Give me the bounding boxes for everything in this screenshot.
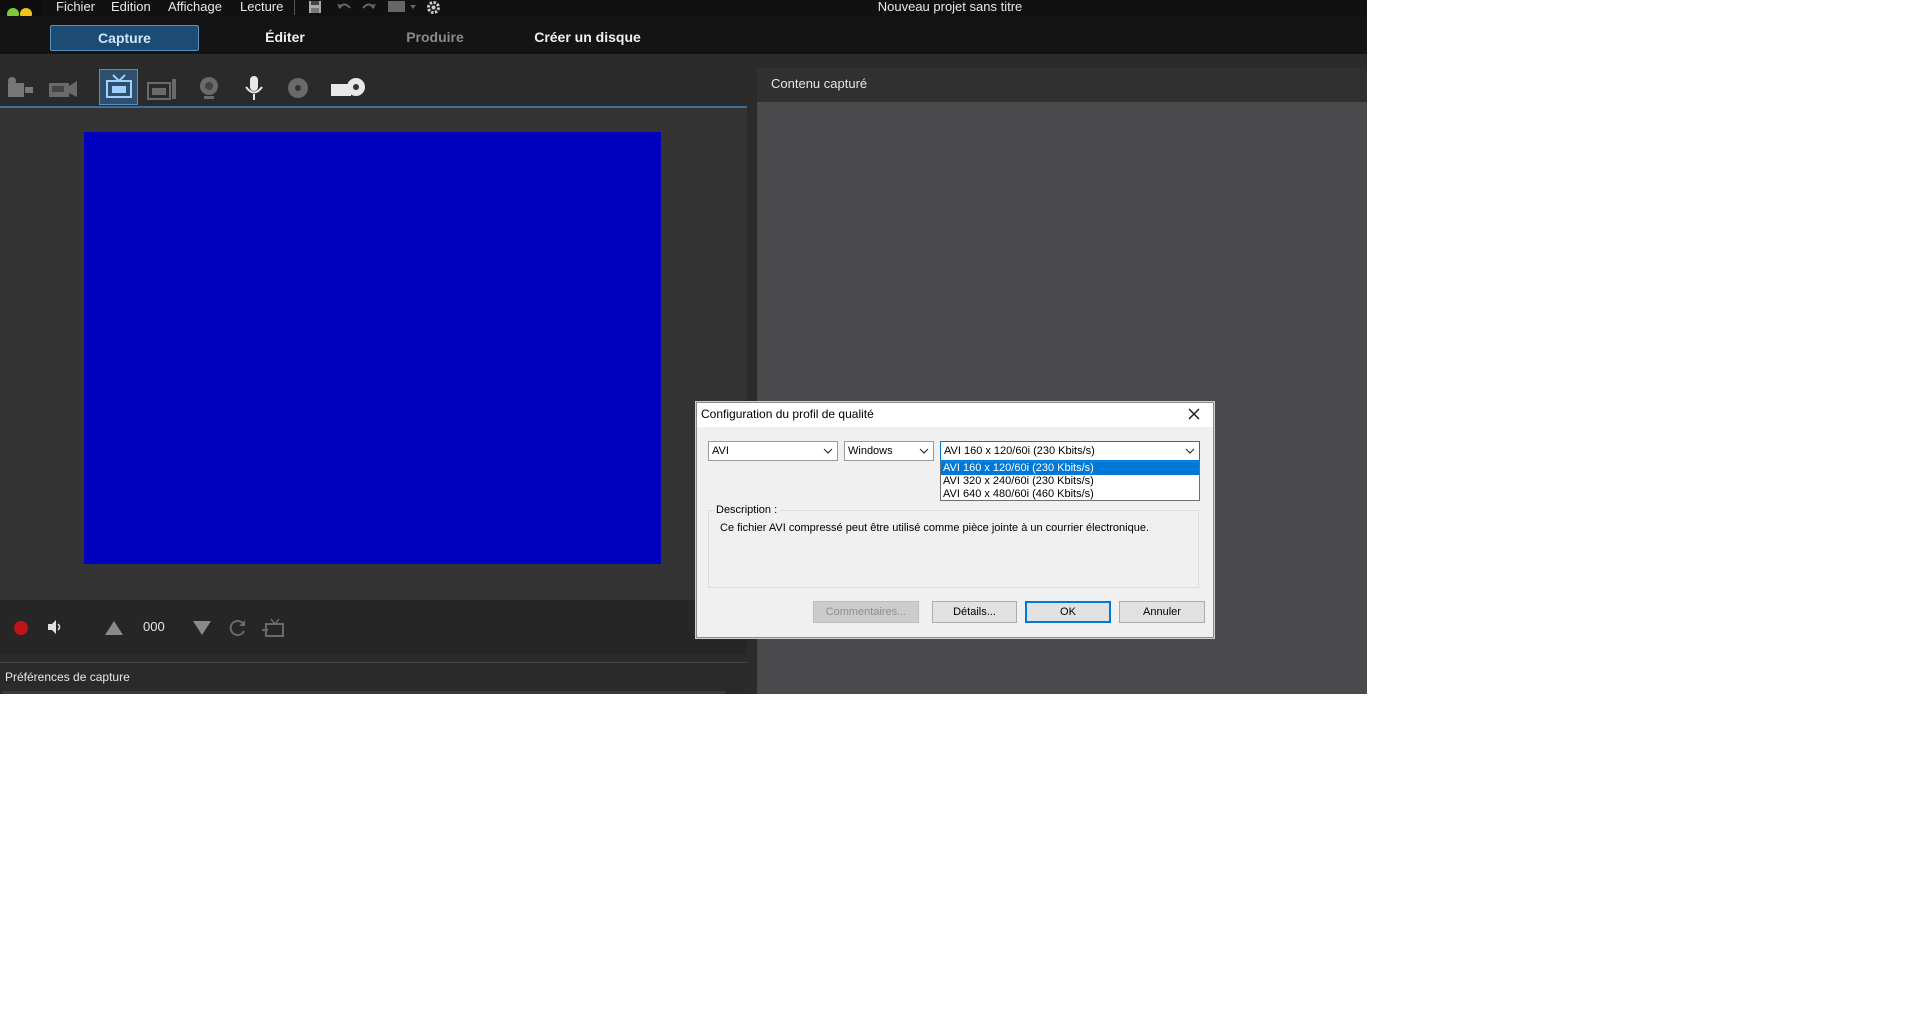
chevron-down-icon (918, 442, 930, 460)
description-text: Ce fichier AVI compressé peut être utili… (720, 522, 1150, 534)
ok-button[interactable]: OK (1025, 601, 1111, 623)
dialog-title: Configuration du profil de qualité (701, 407, 874, 421)
format-value: AVI (712, 445, 729, 457)
preferences-divider (3, 691, 725, 694)
capture-panel: 000 (0, 68, 747, 654)
capture-preview (84, 132, 661, 564)
tv-capture-icon[interactable] (99, 69, 138, 105)
save-icon[interactable] (308, 0, 322, 17)
dvd-icon[interactable] (325, 71, 371, 105)
profile-option[interactable]: AVI 640 x 480/60i (460 Kbits/s) (941, 488, 1199, 501)
redo-icon[interactable] (361, 0, 377, 17)
profile-option[interactable]: AVI 320 x 240/60i (230 Kbits/s) (941, 475, 1199, 488)
window-title: Nouveau projet sans titre (877, 0, 1023, 14)
menu-edition[interactable]: Edition (111, 0, 151, 16)
profile-option[interactable]: AVI 160 x 120/60i (230 Kbits/s) (941, 462, 1199, 475)
counter-value: 000 (143, 619, 165, 634)
comments-button[interactable]: Commentaires... (813, 601, 919, 623)
mode-tabs: Capture Éditer Produire Créer un disque (0, 16, 1367, 54)
increase-icon[interactable] (104, 620, 124, 641)
volume-icon[interactable] (46, 618, 64, 641)
webcam-icon[interactable] (190, 71, 228, 105)
layout-icon[interactable] (388, 0, 418, 17)
microphone-icon[interactable] (235, 71, 273, 105)
chevron-down-icon (1184, 442, 1196, 460)
cancel-button[interactable]: Annuler (1119, 601, 1205, 623)
camcorder-dv-icon[interactable] (0, 71, 38, 105)
refresh-icon[interactable] (228, 618, 248, 643)
hdv-camcorder-icon[interactable] (43, 71, 81, 105)
transport-controls: 000 (0, 600, 747, 654)
tab-produire[interactable]: Produire (375, 25, 495, 49)
cd-icon[interactable] (280, 71, 318, 105)
undo-icon[interactable] (336, 0, 352, 17)
tab-capture[interactable]: Capture (50, 25, 199, 51)
menu-divider (294, 0, 295, 15)
menu-lecture[interactable]: Lecture (240, 0, 283, 16)
profile-select[interactable]: AVI 160 x 120/60i (230 Kbits/s) (940, 441, 1200, 461)
codec-select[interactable]: Windows (844, 441, 934, 461)
menu-fichier[interactable]: Fichier (56, 0, 95, 16)
capture-preferences-panel: Préférences de capture (0, 662, 747, 694)
captured-content-header: Contenu capturé (757, 68, 1367, 102)
decrease-icon[interactable] (192, 620, 212, 641)
tab-creer-disque[interactable]: Créer un disque (520, 25, 655, 49)
profile-dropdown-list: AVI 160 x 120/60i (230 Kbits/s) AVI 320 … (940, 461, 1200, 501)
format-select[interactable]: AVI (708, 441, 838, 461)
capture-source-bar (0, 68, 747, 108)
chevron-down-icon (822, 442, 834, 460)
tv-signal-icon[interactable] (262, 618, 286, 643)
close-icon[interactable] (1187, 407, 1201, 424)
record-button[interactable] (14, 621, 28, 635)
quality-profile-dialog: Configuration du profil de qualité AVI W… (696, 402, 1214, 638)
capture-preferences-label: Préférences de capture (5, 670, 130, 684)
menu-bar: Fichier Edition Affichage Lecture Nouvea… (0, 0, 1367, 16)
menu-affichage[interactable]: Affichage (168, 0, 222, 16)
codec-value: Windows (848, 445, 893, 457)
profile-value: AVI 160 x 120/60i (230 Kbits/s) (944, 445, 1095, 457)
description-label: Description : (714, 504, 780, 516)
tab-editer[interactable]: Éditer (225, 25, 345, 49)
dialog-titlebar: Configuration du profil de qualité (697, 403, 1213, 427)
details-button[interactable]: Détails... (932, 601, 1017, 623)
digital-tv-icon[interactable] (143, 71, 181, 105)
